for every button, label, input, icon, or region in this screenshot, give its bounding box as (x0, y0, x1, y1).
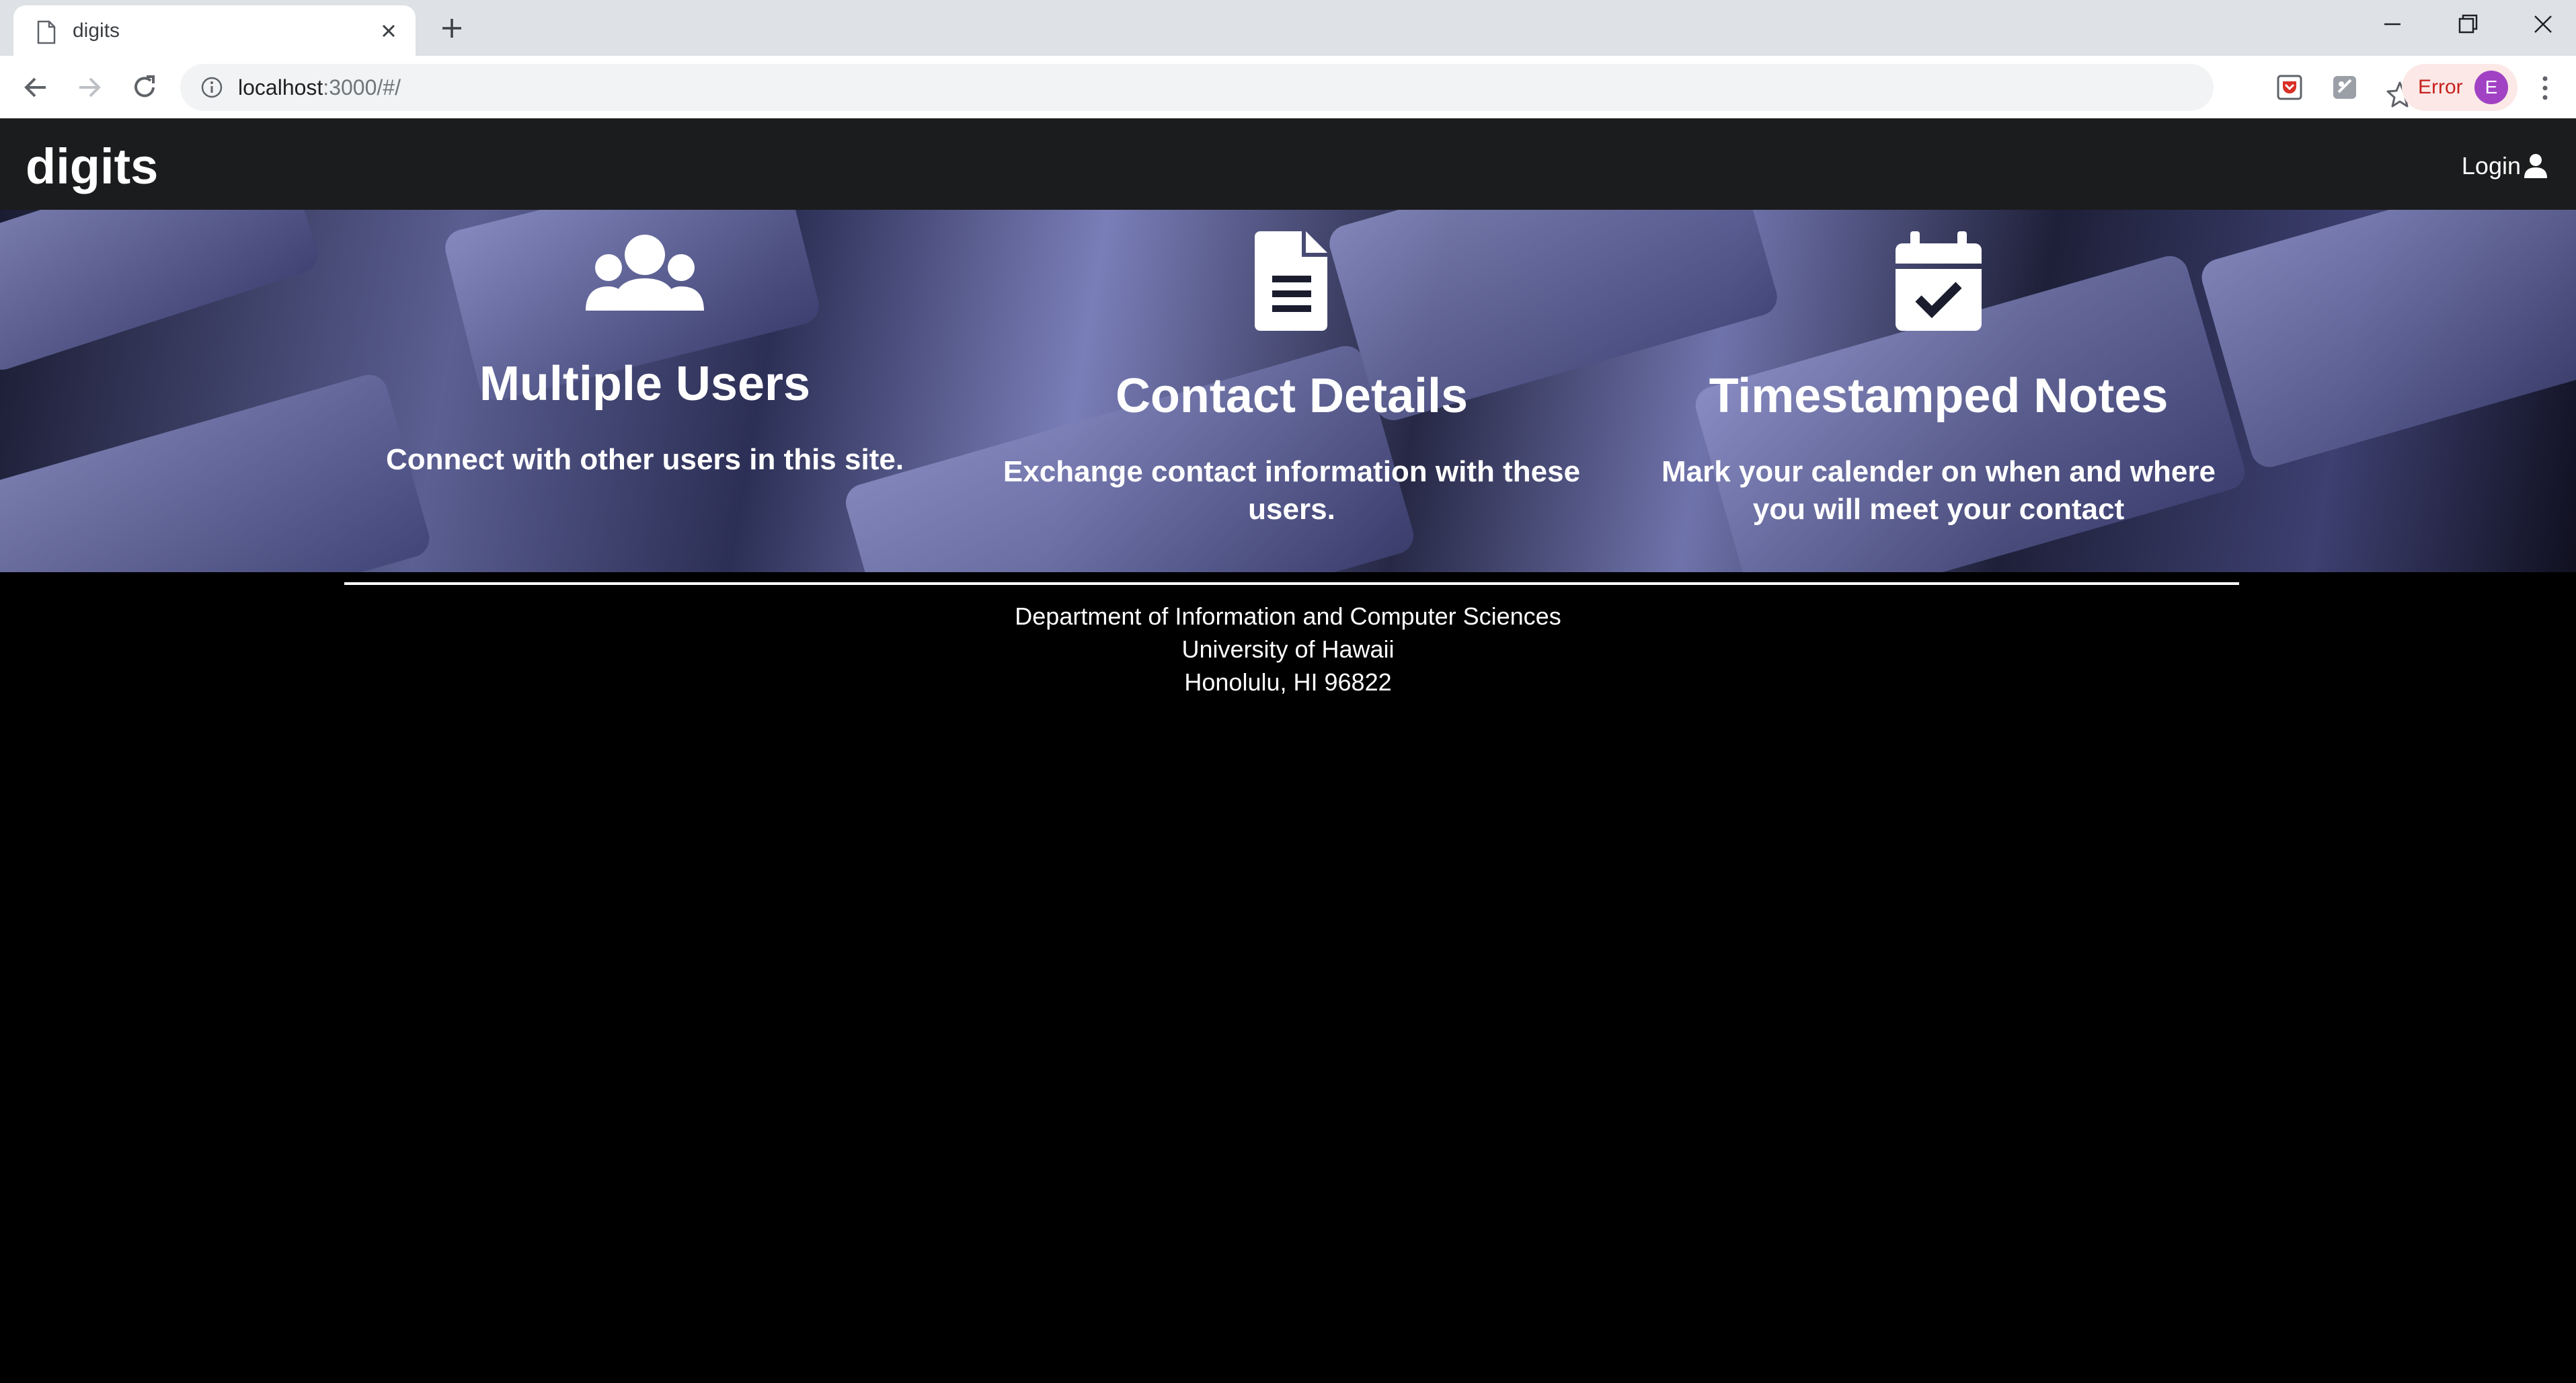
pocket-extension-icon[interactable] (2275, 73, 2304, 102)
hero-banner: Multiple Users Connect with other users … (0, 210, 2576, 572)
reload-icon[interactable] (129, 72, 160, 103)
brand-logo[interactable]: digits (26, 139, 158, 195)
url-text[interactable]: localhost:3000/#/ (238, 73, 401, 102)
feature-contact-details: Contact Details Exchange contact informa… (989, 210, 1594, 528)
back-icon[interactable] (20, 72, 51, 103)
footer-address: Honolulu, HI 96822 (1184, 668, 1392, 696)
browser-tab[interactable]: digits (13, 5, 416, 56)
app-navbar: digits Login (0, 118, 2576, 210)
login-button[interactable]: Login (2462, 149, 2549, 183)
profile-error-chip[interactable]: Error E (2402, 64, 2518, 111)
address-bar[interactable]: localhost:3000/#/ (180, 64, 2413, 111)
close-window-icon[interactable] (2528, 9, 2558, 39)
feature-description: Mark your calender on when and where you… (1662, 455, 2216, 526)
feature-description: Exchange contact information with these … (1003, 455, 1581, 526)
users-icon (586, 235, 704, 311)
minimize-icon[interactable] (2378, 9, 2407, 39)
feature-title: Timestamped Notes (1709, 369, 2169, 423)
keyboard-key-decoration (2197, 210, 2576, 472)
browser-toolbar: localhost:3000/#/ Error E (0, 56, 2576, 119)
footer: Department of Information and Computer S… (0, 600, 2576, 699)
restore-icon[interactable] (2453, 9, 2483, 39)
feature-timestamped-notes: Timestamped Notes Mark your calender on … (1636, 210, 2241, 528)
feature-description: Connect with other users in this site. (385, 443, 904, 476)
file-text-icon (1255, 231, 1327, 331)
info-icon[interactable] (200, 76, 223, 99)
url-path: :3000/#/ (323, 75, 401, 100)
keyboard-key-decoration (0, 210, 323, 375)
login-label: Login (2461, 152, 2521, 180)
feature-title: Multiple Users (479, 357, 811, 411)
tab-title: digits (73, 19, 120, 42)
footer-university: University of Hawaii (1181, 635, 1395, 663)
browser-tab-strip: digits (0, 0, 2576, 56)
feature-title: Contact Details (1115, 369, 1469, 423)
feature-multiple-users: Multiple Users Connect with other users … (342, 210, 947, 479)
profile-status: Error (2418, 76, 2463, 98)
calendar-check-icon (1896, 231, 1982, 331)
close-tab-icon[interactable] (377, 19, 401, 43)
user-icon (2524, 154, 2547, 178)
footer-department: Department of Information and Computer S… (1015, 602, 1561, 630)
forward-icon[interactable] (74, 72, 105, 103)
avatar: E (2474, 71, 2508, 104)
footer-divider (344, 582, 2239, 585)
extension-icon[interactable] (2331, 73, 2359, 102)
new-tab-icon[interactable] (438, 15, 465, 42)
url-host: localhost (238, 75, 323, 100)
more-menu-icon[interactable] (2535, 73, 2555, 103)
page-icon (37, 20, 56, 44)
